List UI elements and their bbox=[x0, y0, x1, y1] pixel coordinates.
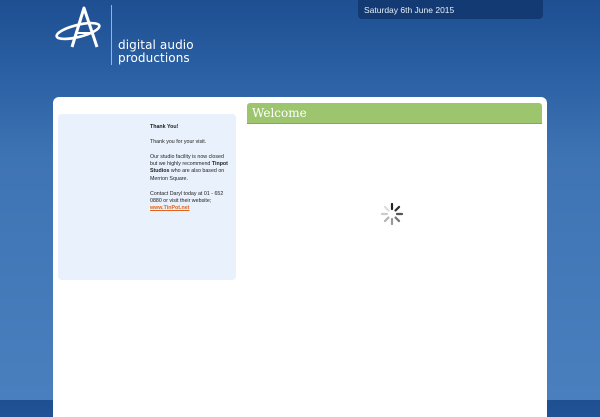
main-panel: Thank You! Thank you for your visit. Our… bbox=[53, 97, 547, 417]
tinpot-link[interactable]: www.TinPot.net bbox=[150, 205, 189, 211]
info-para-contact: Contact Daryl today at 01 - 652 0880 or … bbox=[150, 191, 232, 213]
date-box: Saturday 6th June 2015 bbox=[358, 0, 543, 19]
spinner-icon bbox=[380, 202, 404, 226]
info-content: Thank You! Thank you for your visit. Our… bbox=[150, 124, 232, 220]
info-para-visit: Thank you for your visit. bbox=[150, 138, 207, 145]
current-date: Saturday 6th June 2015 bbox=[364, 5, 455, 15]
welcome-title: Welcome bbox=[252, 106, 307, 120]
logo-mark-icon bbox=[55, 6, 101, 48]
logo-line-2: productions bbox=[118, 51, 190, 65]
info-panel: Thank You! Thank you for your visit. Our… bbox=[58, 114, 236, 280]
site-logo[interactable]: digital audio productions bbox=[52, 5, 217, 67]
logo-text: digital audio productions bbox=[118, 39, 194, 65]
welcome-header: Welcome bbox=[247, 103, 542, 124]
info-contact-text: Contact Daryl today at 01 - 652 0880 or … bbox=[150, 190, 224, 205]
info-title: Thank You! bbox=[150, 124, 179, 130]
welcome-header-border bbox=[247, 123, 542, 124]
info-para-closed: Our studio facility is now closed but we… bbox=[150, 154, 232, 184]
logo-divider bbox=[111, 5, 112, 65]
